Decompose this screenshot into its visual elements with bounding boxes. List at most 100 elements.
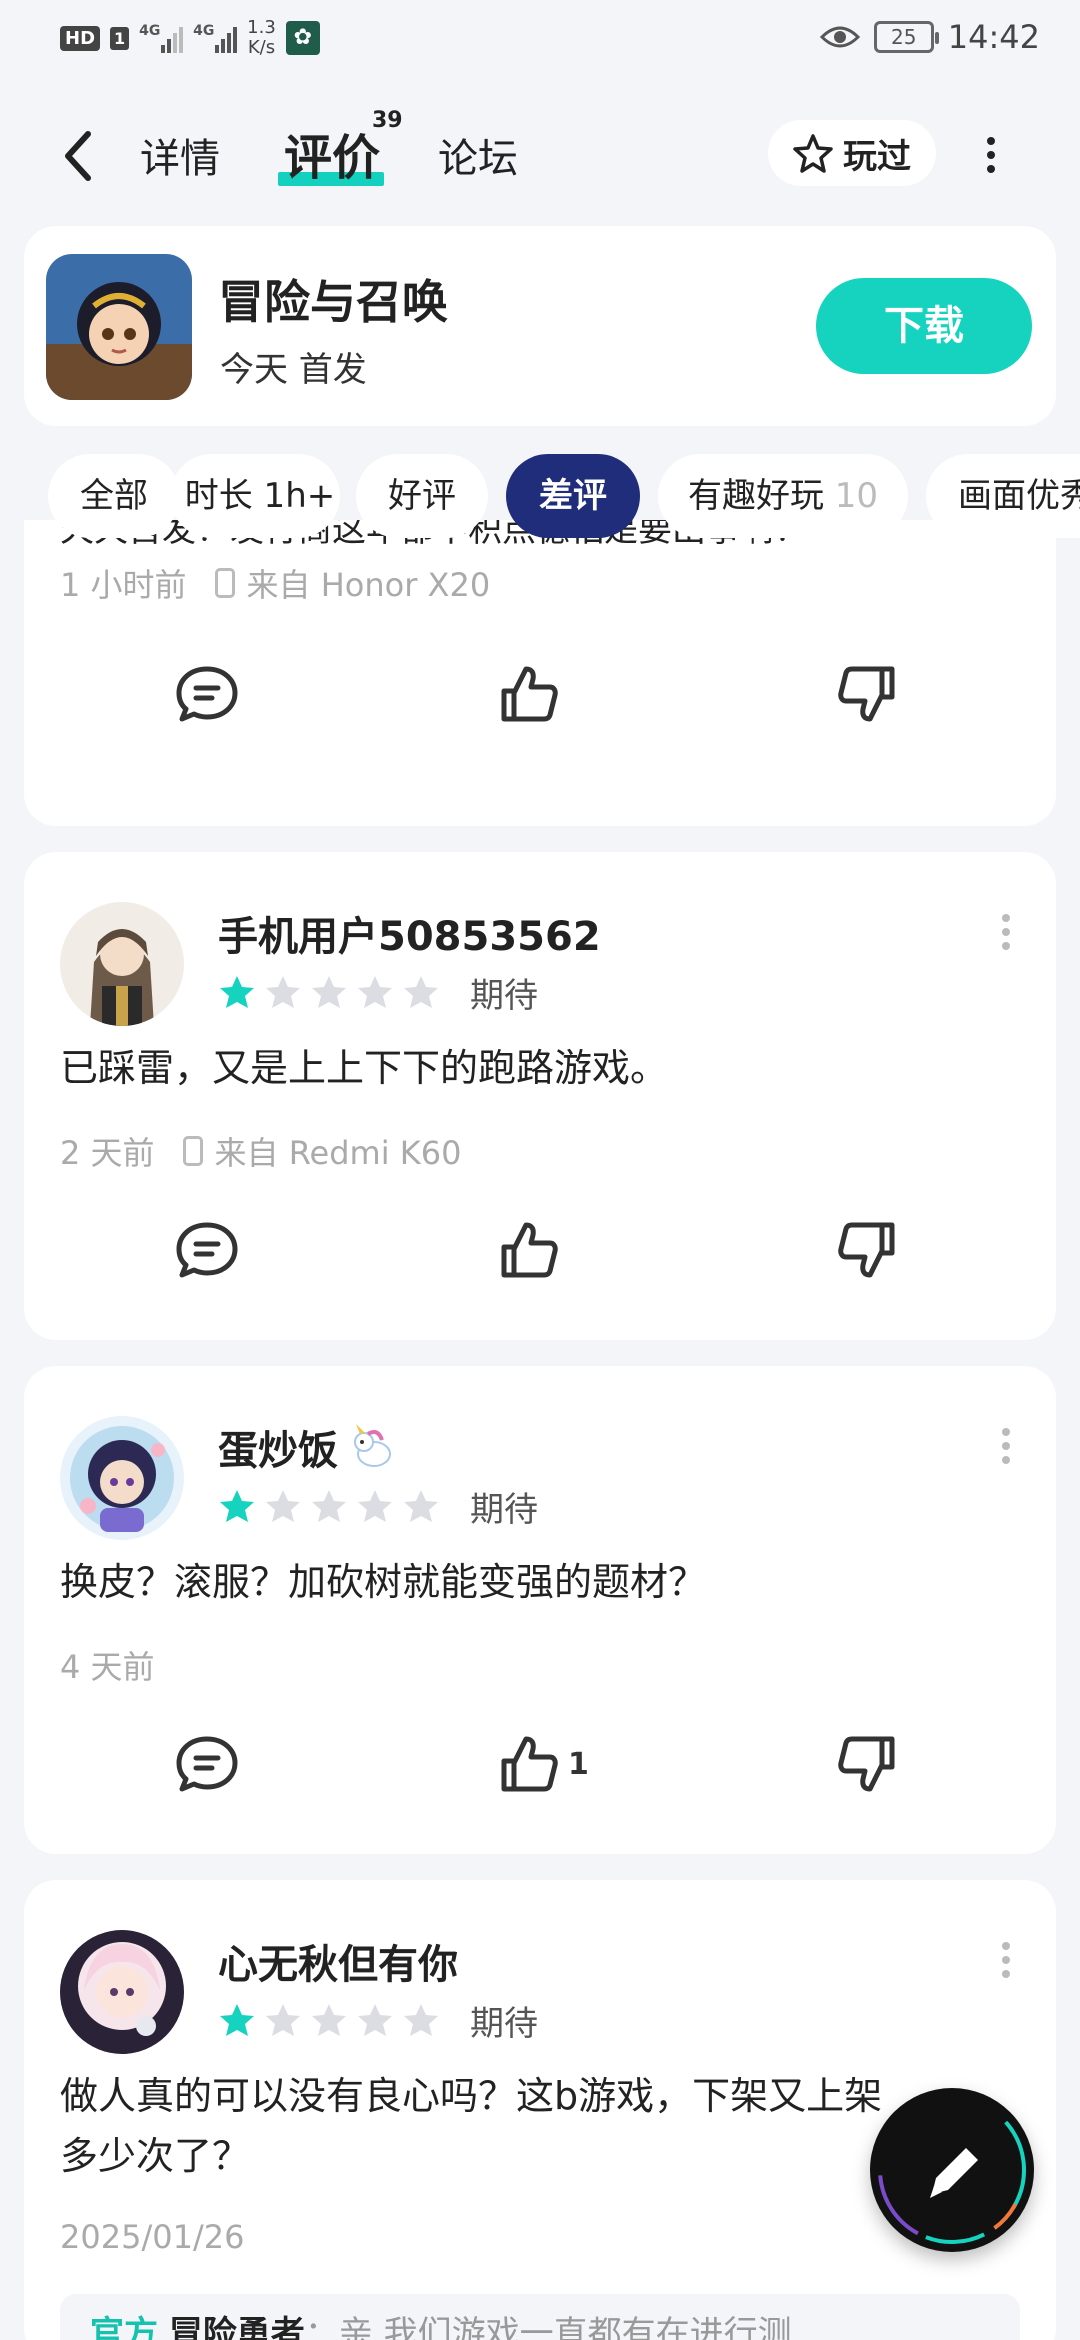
official-badge: 官方 [90, 2314, 158, 2340]
game-card[interactable]: 冒险与召唤 今天 首发 下载 [24, 226, 1056, 426]
eye-icon [819, 26, 860, 48]
like-button[interactable] [498, 654, 560, 734]
star-filled-icon [220, 1489, 254, 1522]
sim-badge: 1 [110, 26, 130, 50]
write-review-button[interactable] [870, 2088, 1034, 2252]
filter-chip-all[interactable]: 全部 [48, 454, 180, 538]
filter-chip-duration[interactable]: 时长 1h+ [170, 454, 340, 538]
star-empty-icon [358, 2003, 392, 2036]
thumbs-down-icon [838, 1736, 895, 1792]
star-outline-icon [793, 134, 833, 173]
stars [218, 1488, 440, 1526]
thumbs-up-icon [501, 1736, 558, 1792]
game-icon [46, 254, 192, 400]
review-card: 手机用户50853562 期待 已踩雷，又是上上下下的跑路游戏。 2 天前 来自… [24, 852, 1056, 1340]
comment-icon [176, 666, 238, 722]
tab-review-label: 评价 [284, 130, 381, 186]
review-more-button[interactable] [996, 1428, 1016, 1478]
review-meta: 2 天前 来自 Redmi K60 [60, 1128, 461, 1174]
star-empty-icon [404, 1489, 438, 1522]
star-empty-icon [312, 2003, 346, 2036]
like-count: 1 [568, 1746, 589, 1782]
review-more-button[interactable] [996, 1942, 1016, 1992]
avatar[interactable] [60, 902, 184, 1026]
download-button[interactable]: 下载 [816, 278, 1032, 374]
thumbs-down-icon [838, 1222, 895, 1278]
review-meta: 1 小时前 来自 Honor X20 [60, 560, 490, 606]
review-card: 天天首发！发行商这年都不积点德怕是要出事啊！ 1 小时前 来自 Honor X2… [24, 520, 1056, 826]
notification-app-icon: ✿ [285, 21, 320, 55]
like-button[interactable] [498, 1210, 560, 1290]
review-device: 来自 Redmi K60 [214, 1134, 462, 1172]
avatar[interactable] [60, 1416, 184, 1540]
review-time: 2025/01/26 [60, 2218, 245, 2256]
review-device: 来自 Honor X20 [246, 566, 491, 604]
stars [218, 2002, 440, 2040]
filter-chip-negative[interactable]: 差评 [506, 454, 640, 538]
dislike-button[interactable] [836, 1724, 898, 1804]
review-count: 39 [372, 108, 403, 133]
star-empty-icon [358, 975, 392, 1008]
network-speed: 1.3 K/s [247, 17, 276, 58]
filter-chip-graphics[interactable]: 画面优秀 [926, 454, 1080, 538]
thumbs-up-icon [501, 666, 558, 722]
thumbs-up-icon [501, 1222, 558, 1278]
review-time: 2 天前 [60, 1134, 155, 1172]
review-time: 1 小时前 [60, 566, 187, 604]
review-more-button[interactable] [996, 914, 1016, 964]
comment-icon [176, 1736, 238, 1792]
review-actions: 1 [24, 1724, 1056, 1804]
review-username[interactable]: 蛋炒饭 [218, 1418, 398, 1476]
rating-label: 期待 [470, 976, 538, 1016]
star-empty-icon [312, 975, 346, 1008]
star-rating: 期待 [218, 1996, 538, 2045]
more-options-button[interactable] [976, 130, 1006, 180]
played-button[interactable]: 玩过 [768, 120, 936, 186]
review-actions [24, 1210, 1056, 1290]
played-label: 玩过 [843, 136, 911, 177]
game-title: 冒险与召唤 [218, 275, 448, 329]
reply-author: 冒险勇者 [168, 2314, 305, 2340]
review-actions [24, 654, 1056, 734]
stars [218, 974, 440, 1012]
star-rating: 期待 [218, 968, 538, 1017]
phone-icon [214, 568, 235, 598]
comment-button[interactable] [174, 1724, 240, 1804]
back-button[interactable] [56, 126, 100, 186]
review-meta: 2025/01/26 [60, 2218, 244, 2256]
star-empty-icon [404, 2003, 438, 2036]
dislike-button[interactable] [836, 1210, 898, 1290]
like-button[interactable]: 1 [498, 1724, 589, 1804]
chevron-left-icon [65, 131, 91, 181]
tab-detail[interactable]: 详情 [140, 126, 220, 184]
filter-chip-positive[interactable]: 好评 [356, 454, 488, 538]
tab-forum[interactable]: 论坛 [438, 126, 518, 184]
comment-button[interactable] [174, 654, 240, 734]
avatar[interactable] [60, 1930, 184, 2054]
review-meta: 4 天前 [60, 1642, 155, 1688]
battery-icon: 25 [873, 21, 939, 53]
star-rating: 期待 [218, 1482, 538, 1531]
comment-icon [176, 1222, 238, 1278]
star-empty-icon [404, 975, 438, 1008]
tab-review[interactable]: 评价 39 [278, 108, 403, 188]
star-empty-icon [266, 975, 300, 1008]
filter-chips: 时长 1h+ 全部 好评 差评 有趣好玩 10 画面优秀 [0, 446, 1080, 542]
star-empty-icon [266, 1489, 300, 1522]
official-reply[interactable]: 官方 冒险勇者：亲 我们游戏一直都有在进行测 [60, 2294, 1020, 2340]
star-empty-icon [312, 1489, 346, 1522]
unicorn-badge-icon [354, 1424, 391, 1467]
review-username[interactable]: 心无秋但有你 [218, 1932, 458, 1990]
game-release-info: 今天 首发 [220, 350, 367, 390]
phone-icon [182, 1136, 203, 1166]
thumbs-down-icon [838, 666, 895, 722]
filter-chip-fun[interactable]: 有趣好玩 10 [658, 454, 908, 538]
reply-text: ：亲 我们游戏一直都有在进行测 [304, 2314, 792, 2340]
review-username[interactable]: 手机用户50853562 [218, 904, 601, 962]
comment-button[interactable] [174, 1210, 240, 1290]
star-filled-icon [220, 2003, 254, 2036]
dislike-button[interactable] [836, 654, 898, 734]
rating-label: 期待 [470, 2004, 538, 2044]
star-filled-icon [220, 975, 254, 1008]
pencil-icon [878, 2096, 1026, 2244]
